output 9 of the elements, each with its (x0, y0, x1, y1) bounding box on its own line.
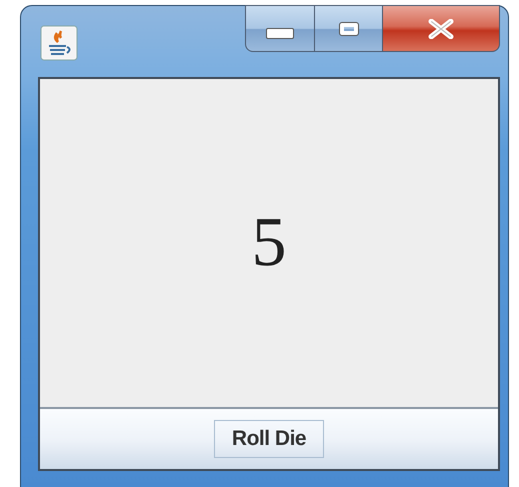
maximize-button[interactable] (315, 5, 383, 52)
minimize-icon (266, 28, 294, 39)
minimize-button[interactable] (245, 5, 315, 52)
maximize-icon (340, 22, 358, 34)
die-value: 5 (252, 203, 286, 283)
roll-die-button[interactable]: Roll Die (214, 420, 324, 458)
close-button[interactable] (383, 5, 500, 52)
close-icon (428, 18, 454, 38)
coffee-cup-icon (40, 25, 78, 61)
